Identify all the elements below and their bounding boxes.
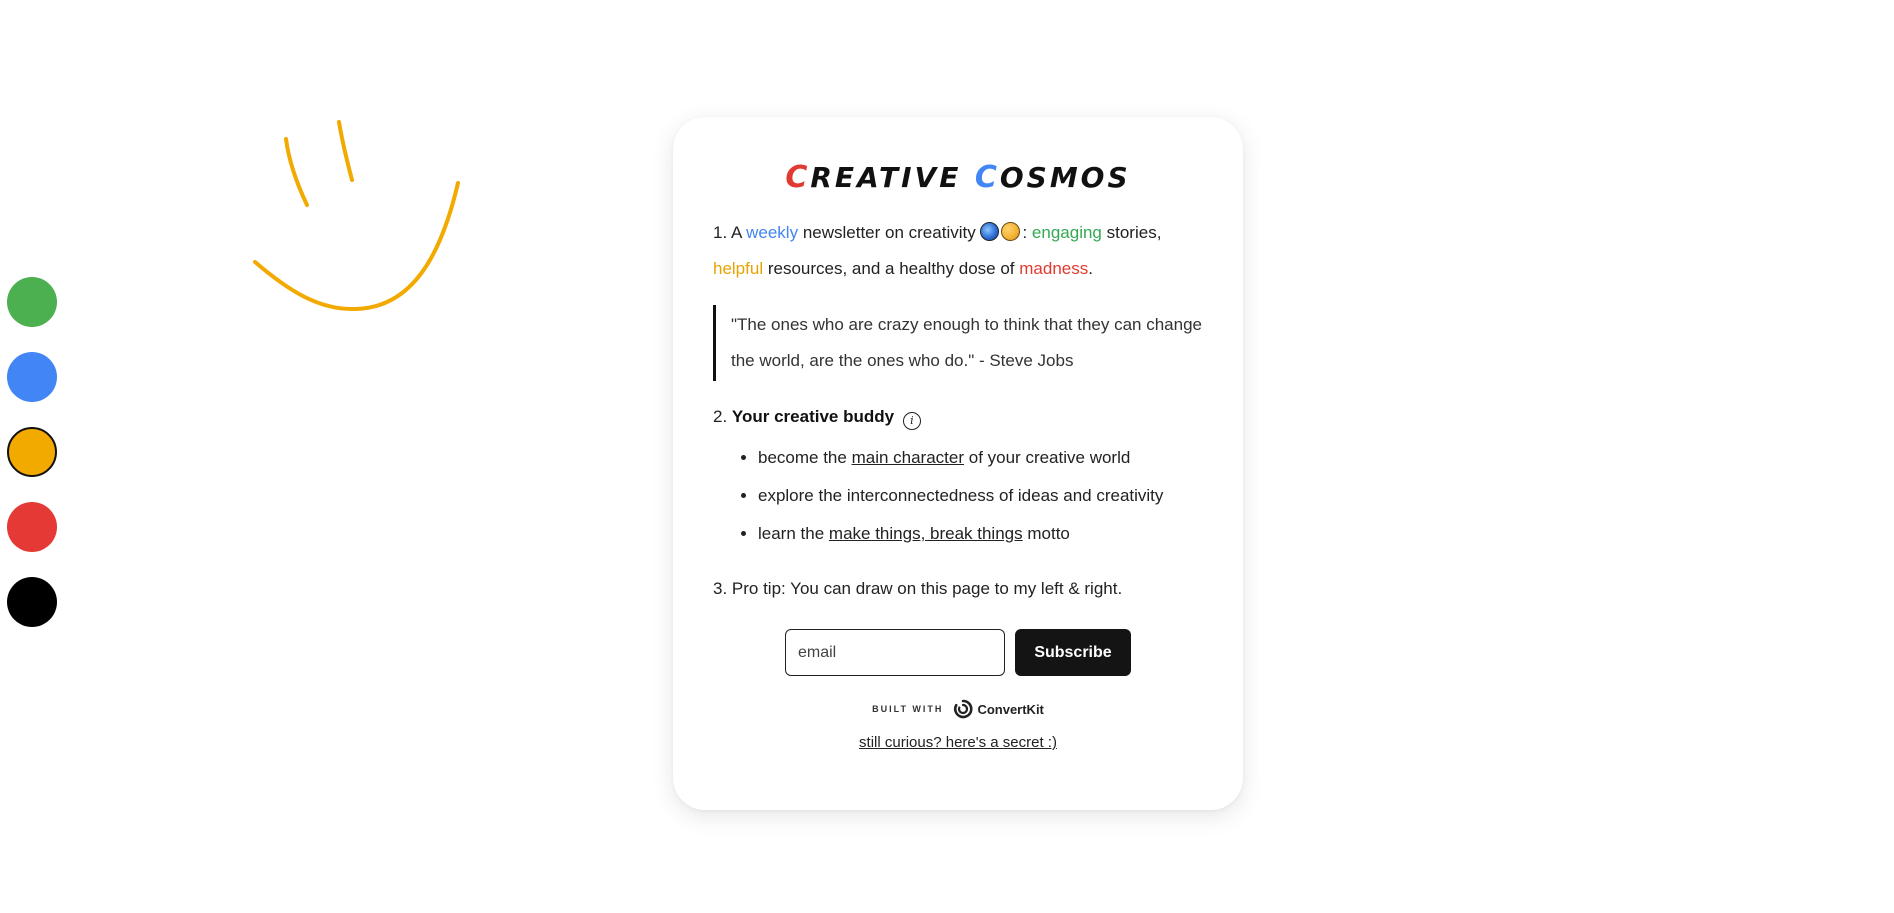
secret-section: still curious? here's a secret :) bbox=[713, 734, 1203, 751]
color-swatch-black[interactable] bbox=[7, 577, 57, 627]
doodle-left-eye bbox=[284, 137, 309, 207]
subscribe-form: Subscribe bbox=[713, 629, 1203, 676]
doodle-smile bbox=[253, 181, 460, 312]
intro-mid: newsletter on creativity bbox=[802, 223, 976, 242]
info-icon[interactable]: i bbox=[902, 412, 921, 430]
title-word-reative: REATIVE bbox=[810, 161, 962, 194]
list-item: explore the interconnectedness of ideas … bbox=[758, 477, 1203, 515]
built-with-label: BUILT WITH bbox=[872, 704, 944, 714]
convertkit-link[interactable]: ConvertKit bbox=[953, 699, 1044, 719]
title-cap-c-blue: C bbox=[974, 160, 1000, 195]
color-swatch-blue[interactable] bbox=[7, 352, 57, 402]
doodle-right-eye bbox=[337, 120, 354, 182]
secret-link[interactable]: still curious? here's a secret :) bbox=[859, 734, 1057, 751]
buddy-number: 2. bbox=[713, 407, 728, 426]
subscribe-button[interactable]: Subscribe bbox=[1015, 629, 1131, 676]
title-word-osmos: OSMOS bbox=[999, 161, 1131, 194]
list-item: become the main character of your creati… bbox=[758, 439, 1203, 477]
newsletter-card: CREATIVE COSMOS 1. A weekly newsletter o… bbox=[673, 117, 1243, 810]
color-swatch-green[interactable] bbox=[7, 277, 57, 327]
steve-jobs-quote: "The ones who are crazy enough to think … bbox=[713, 305, 1203, 381]
intro-helpful: helpful bbox=[713, 259, 764, 278]
built-with-convertkit: BUILT WITH ConvertKit bbox=[713, 698, 1203, 720]
smiley-doodle bbox=[253, 120, 460, 312]
color-swatch-yellow[interactable] bbox=[7, 427, 57, 477]
page-title: CREATIVE COSMOS bbox=[713, 157, 1203, 199]
color-swatch-red[interactable] bbox=[7, 502, 57, 552]
intro-prefix: 1. A bbox=[713, 223, 742, 242]
email-input[interactable] bbox=[785, 629, 1005, 676]
intro-madness: madness bbox=[1019, 259, 1089, 278]
convertkit-logo-icon bbox=[954, 699, 973, 719]
intro-engaging: engaging bbox=[1031, 223, 1102, 242]
palette-emoji-icon bbox=[1001, 222, 1021, 241]
intro-resources: resources, and a healthy dose of bbox=[767, 259, 1015, 278]
intro-stories: stories, bbox=[1106, 223, 1162, 242]
list-item: learn the make things, break things mott… bbox=[758, 515, 1203, 553]
buddy-label: Your creative buddy bbox=[731, 407, 895, 426]
convertkit-brand: ConvertKit bbox=[977, 701, 1044, 717]
intro-weekly: weekly bbox=[746, 223, 799, 242]
intro-paragraph: 1. A weekly newsletter on creativity : e… bbox=[713, 215, 1203, 287]
title-cap-c-red: C bbox=[785, 160, 811, 195]
intro-period: . bbox=[1088, 259, 1093, 278]
pro-tip: 3. Pro tip: You can draw on this page to… bbox=[713, 579, 1123, 598]
main-character-link[interactable]: main character bbox=[852, 448, 964, 467]
intro-colon: : bbox=[1022, 223, 1028, 242]
planet-emoji-icon bbox=[980, 222, 1000, 241]
creative-buddy-heading: 2. Your creative buddy i bbox=[713, 399, 1203, 435]
make-things-break-things-link[interactable]: make things, break things bbox=[829, 524, 1023, 543]
buddy-list: become the main character of your creati… bbox=[713, 439, 1203, 553]
color-palette bbox=[7, 277, 57, 652]
